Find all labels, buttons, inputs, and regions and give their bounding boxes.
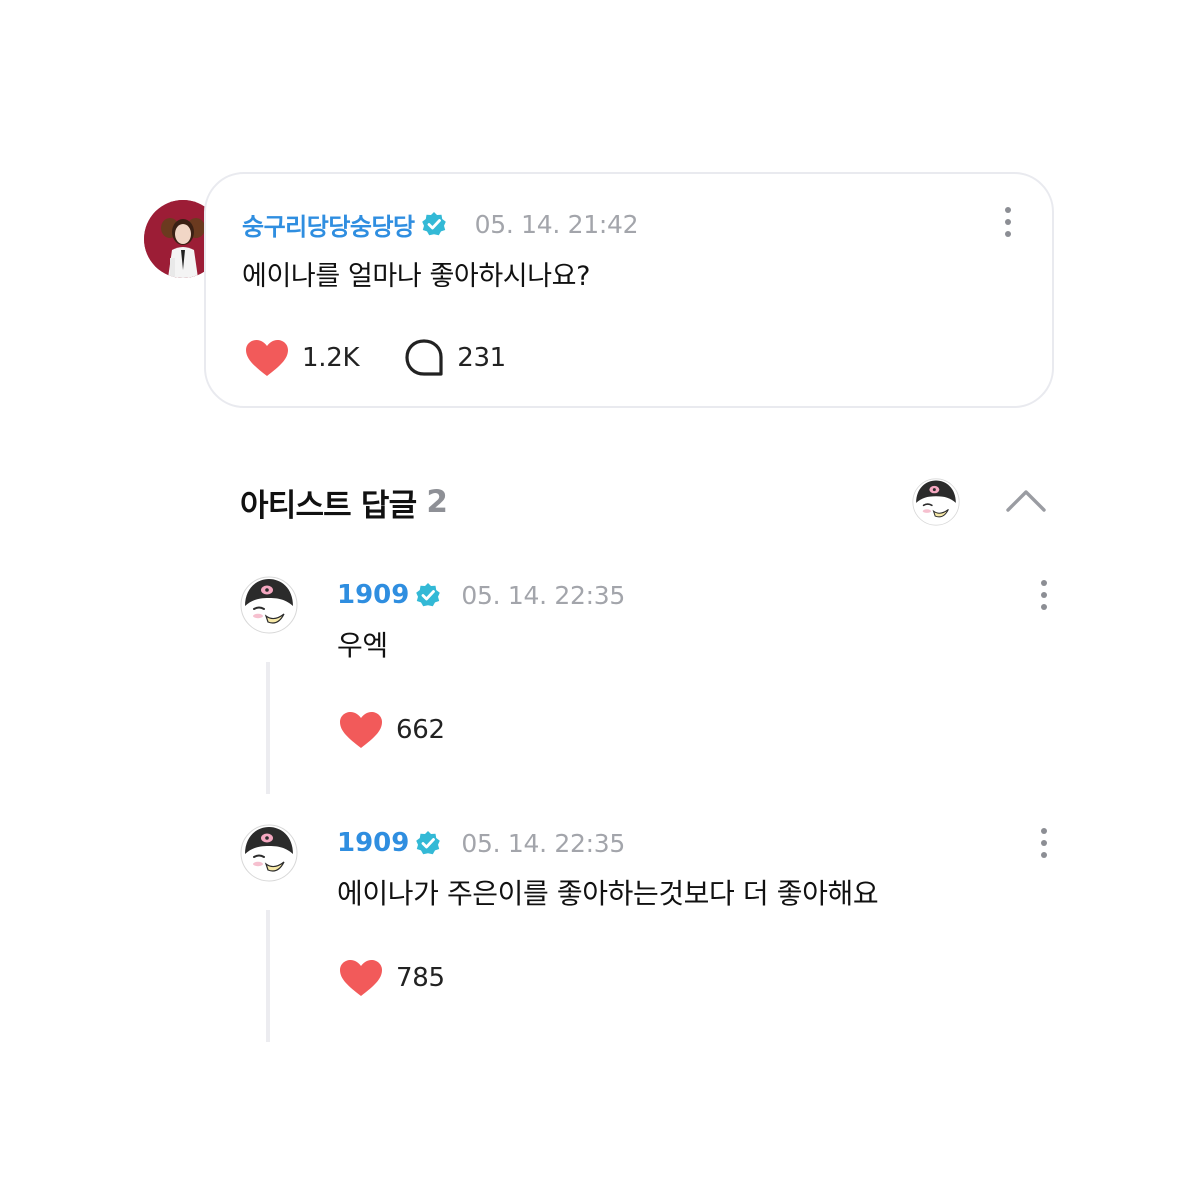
artist-replies-header: 아티스트 답글 2 [240, 482, 448, 524]
artist-replies-count: 2 [426, 484, 448, 520]
artist-replies-label: 아티스트 답글 [240, 487, 417, 524]
post-timestamp: 05. 14. 21:42 [474, 209, 639, 239]
reply-like-count: 662 [396, 715, 445, 745]
reply-text: 우엑 [337, 629, 388, 662]
reply-author-avatar[interactable] [240, 824, 298, 882]
reply-author-name[interactable]: 1909 [337, 580, 409, 610]
heart-icon[interactable] [338, 710, 384, 750]
reply-text: 에이나가 주은이를 좋아하는것보다 더 좋아해요 [337, 877, 879, 910]
reply-thread-line [266, 910, 270, 1042]
reply-more-vertical-icon[interactable] [1040, 580, 1048, 610]
artist-avatar-icon[interactable] [912, 478, 960, 526]
heart-icon[interactable] [338, 958, 384, 998]
verified-badge-icon [415, 830, 441, 856]
reply-thread-line [266, 662, 270, 794]
verified-badge-icon [421, 211, 447, 237]
post-like-count: 1.2K [302, 343, 360, 373]
reply-timestamp: 05. 14. 22:35 [461, 828, 625, 858]
post-author-name[interactable]: 숭구리당당숭당당 [242, 207, 415, 242]
post-stats: 1.2K 231 [244, 338, 506, 378]
verified-badge-icon [415, 582, 441, 608]
post-comment-count: 231 [457, 343, 506, 373]
reply-author-name[interactable]: 1909 [337, 828, 409, 858]
reply-stats: 662 [338, 710, 445, 750]
reply-header: 1909 05. 14. 22:35 [337, 825, 625, 861]
post-more-vertical-icon[interactable] [1004, 207, 1012, 237]
chevron-up-icon[interactable] [1004, 484, 1048, 516]
heart-icon[interactable] [244, 338, 290, 378]
comment-bubble-icon[interactable] [403, 338, 445, 378]
post-header: 숭구리당당숭당당 05. 14. 21:42 [242, 206, 639, 242]
reply-stats: 785 [338, 958, 445, 998]
reply-more-vertical-icon[interactable] [1040, 828, 1048, 858]
reply-header: 1909 05. 14. 22:35 [337, 577, 625, 613]
reply-timestamp: 05. 14. 22:35 [461, 580, 625, 610]
post-text: 에이나를 얼마나 좋아하시나요? [242, 261, 591, 292]
reply-author-avatar[interactable] [240, 576, 298, 634]
reply-like-count: 785 [396, 963, 445, 993]
post-card[interactable]: 숭구리당당숭당당 05. 14. 21:42 에이나를 얼마나 좋아하시나요? … [204, 172, 1054, 408]
